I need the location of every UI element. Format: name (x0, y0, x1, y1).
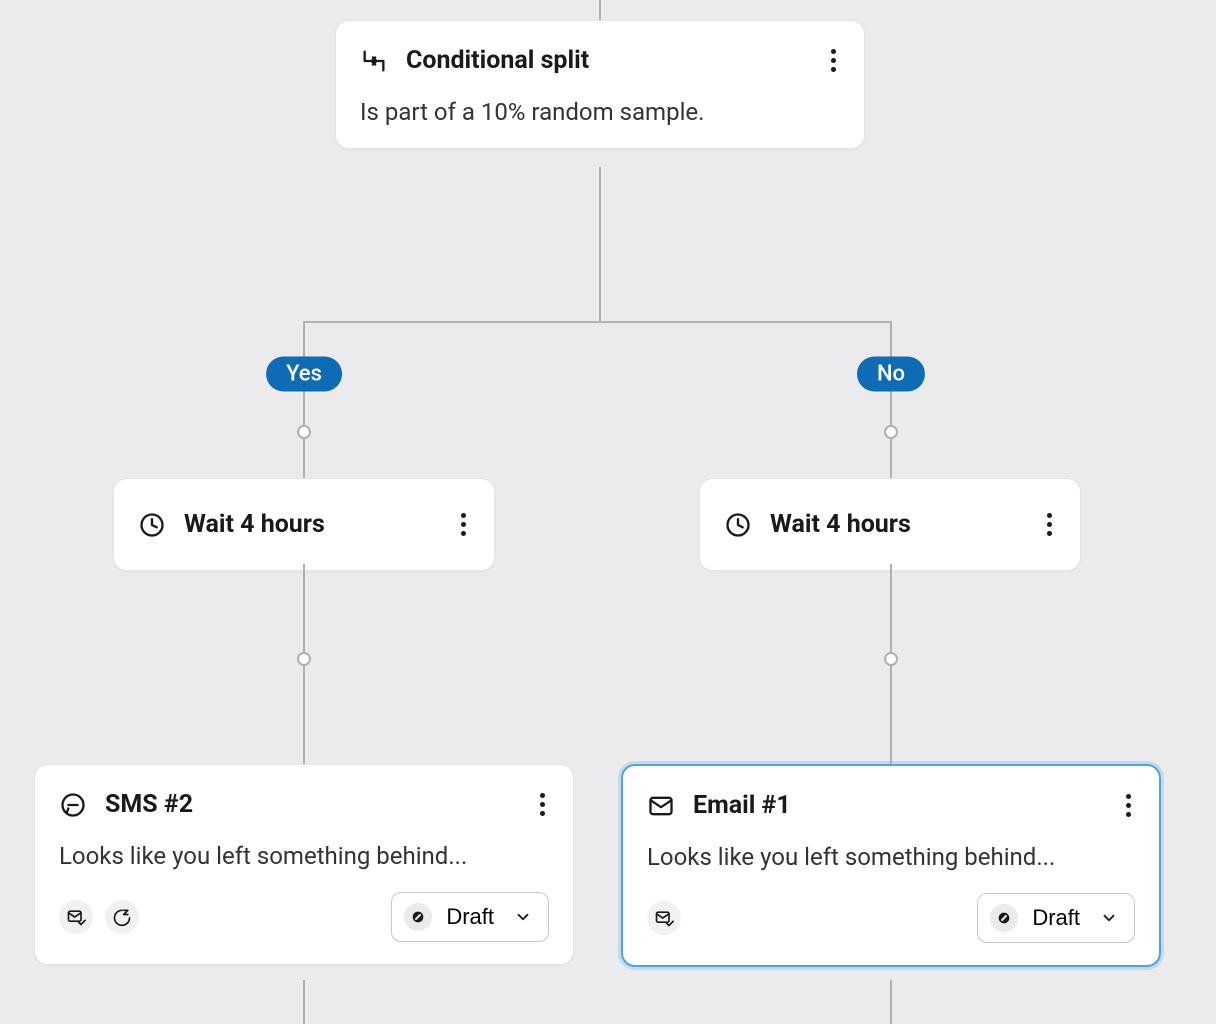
sms-icon (59, 791, 87, 819)
draft-status-icon (404, 903, 432, 931)
email-description: Looks like you left something behind... (647, 843, 1135, 871)
clock-icon (724, 511, 752, 539)
email-icon (647, 792, 675, 820)
connector-no-out (890, 980, 892, 1024)
node-dot-no-1[interactable] (884, 425, 898, 439)
email-card[interactable]: Email #1 Looks like you left something b… (621, 764, 1161, 967)
sms-description: Looks like you left something behind... (59, 842, 549, 870)
no-badge: No (857, 357, 925, 392)
sms-card[interactable]: SMS #2 Looks like you left something beh… (34, 764, 574, 965)
yes-badge: Yes (266, 357, 342, 392)
email-check-icon (59, 900, 93, 934)
connector-split-down (599, 167, 601, 322)
split-icon (360, 47, 388, 75)
split-description: Is part of a 10% random sample. (360, 98, 840, 126)
split-title: Conditional split (406, 46, 809, 75)
connector-yes-1 (303, 321, 305, 478)
email-status-label: Draft (1032, 905, 1080, 931)
email-more-button[interactable] (1122, 788, 1135, 823)
conditional-split-card[interactable]: Conditional split Is part of a 10% rando… (335, 20, 865, 149)
wait-card-no[interactable]: Wait 4 hours (699, 478, 1081, 571)
snooze-icon (105, 900, 139, 934)
node-dot-yes-1[interactable] (297, 425, 311, 439)
chevron-down-icon (514, 908, 532, 926)
split-more-button[interactable] (827, 43, 840, 78)
wait-yes-title: Wait 4 hours (184, 510, 439, 539)
sms-status-label: Draft (446, 904, 494, 930)
node-dot-no-2[interactable] (884, 652, 898, 666)
draft-status-icon (990, 904, 1018, 932)
sms-title: SMS #2 (105, 790, 518, 819)
connector-top (599, 0, 601, 20)
wait-yes-more-button[interactable] (457, 507, 470, 542)
email-status-dropdown[interactable]: Draft (977, 893, 1135, 943)
wait-no-title: Wait 4 hours (770, 510, 1025, 539)
email-check-icon (647, 901, 681, 935)
connector-branch-h (303, 321, 891, 323)
sms-more-button[interactable] (536, 787, 549, 822)
connector-yes-out (303, 980, 305, 1024)
node-dot-yes-2[interactable] (297, 652, 311, 666)
email-title: Email #1 (693, 791, 1104, 820)
chevron-down-icon (1100, 909, 1118, 927)
connector-no-1 (890, 321, 892, 478)
wait-card-yes[interactable]: Wait 4 hours (113, 478, 495, 571)
sms-status-dropdown[interactable]: Draft (391, 892, 549, 942)
clock-icon (138, 511, 166, 539)
wait-no-more-button[interactable] (1043, 507, 1056, 542)
